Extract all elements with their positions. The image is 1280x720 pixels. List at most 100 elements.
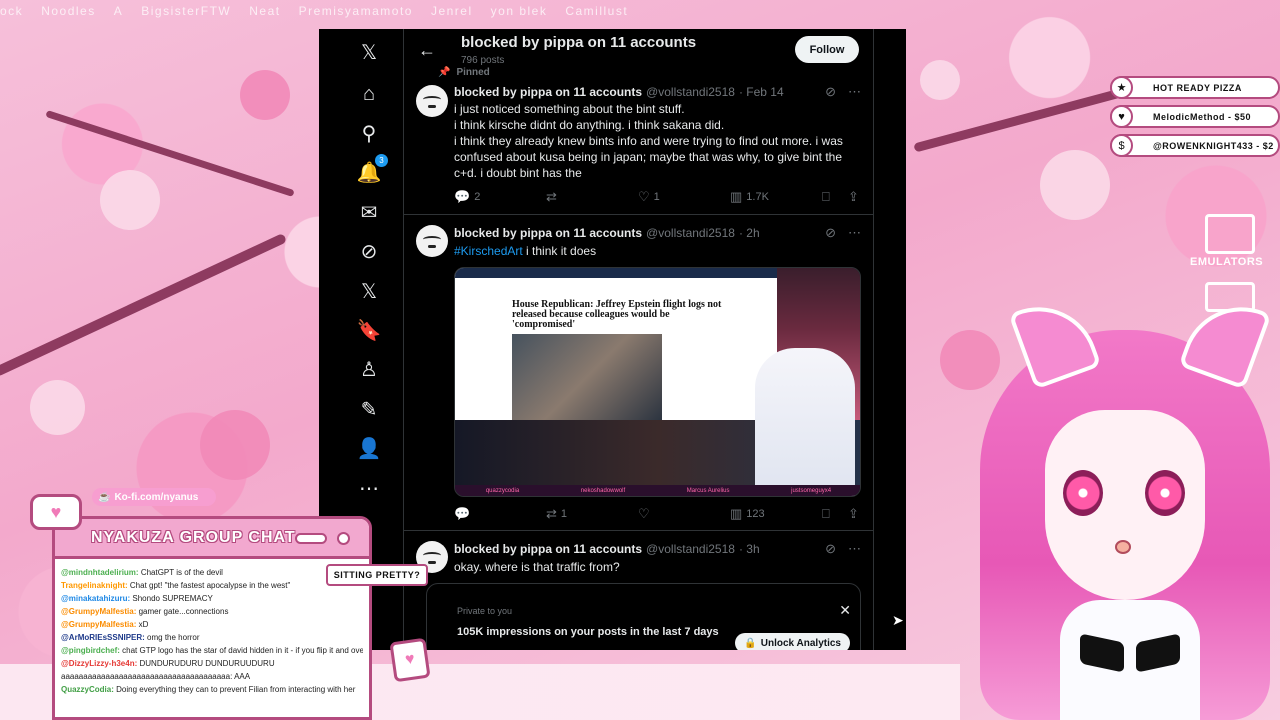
post-count: 796 posts xyxy=(461,55,505,66)
home-icon[interactable]: ⌂ xyxy=(356,81,382,107)
stream-footer-name: justsomeguyx4 xyxy=(791,487,832,494)
more-icon[interactable]: ⋯ xyxy=(356,475,382,501)
bookmarks-icon[interactable]: 🔖 xyxy=(356,317,382,343)
bookmark-button[interactable]: ⎕ xyxy=(822,506,848,522)
bookmark-icon: ⎕ xyxy=(822,189,830,204)
bookmark-button[interactable]: ⎕ xyxy=(822,189,848,205)
avatar[interactable] xyxy=(416,225,448,257)
chat-message: @GrumpyMalfestia: gamer gate...connectio… xyxy=(61,605,363,618)
messages-icon[interactable]: ✉ xyxy=(356,199,382,225)
jobs-icon[interactable]: ♙ xyxy=(356,356,382,382)
tweet-time[interactable]: · 2h xyxy=(739,226,760,240)
news-article-screenshot: House Republican: Jeffrey Epstein flight… xyxy=(455,268,777,420)
character-eye xyxy=(1145,470,1185,516)
grok-icon[interactable]: ⊘ xyxy=(356,238,382,264)
stream-footer-name: Marcus Aurelius xyxy=(686,487,730,494)
tweet-actions: 💬 2 ⇄ ♡ 1 ▥ 1.7K ⎕ ⇪ xyxy=(454,189,863,205)
tweet-text-content: i think it does xyxy=(522,244,597,258)
unlock-analytics-button[interactable]: 🔒 Unlock Analytics xyxy=(735,633,850,650)
group-chat-panel: NYAKUZA GROUP CHAT @mindnhtadelirium: Ch… xyxy=(52,516,372,720)
credits-ticker: ock Noodles A BigsisterFTW Neat Premisyamamot… xyxy=(0,4,700,20)
grok-icon[interactable]: ⊘ xyxy=(825,84,836,100)
x-profile-timeline: ← blocked by pippa on 11 accounts 796 po… xyxy=(403,29,874,650)
dollar-icon: $ xyxy=(1110,134,1133,157)
credit-name: A xyxy=(113,4,124,18)
reply-icon: 💬 xyxy=(454,506,471,521)
like-button[interactable]: ♡ xyxy=(638,506,730,522)
author-name[interactable]: blocked by pippa on 11 accounts xyxy=(454,85,642,99)
share-button[interactable]: ⇪ xyxy=(848,506,859,522)
profile-icon[interactable]: 👤 xyxy=(356,435,382,461)
author-name[interactable]: blocked by pippa on 11 accounts xyxy=(454,226,642,240)
tweet-analytics[interactable]: blocked by pippa on 11 accounts @vollsta… xyxy=(404,531,873,650)
chat-username: @mindnhtadelirium: xyxy=(61,568,139,577)
blossom xyxy=(920,60,960,100)
author-handle[interactable]: @vollstandi2518 xyxy=(646,542,735,556)
tweet-media-image[interactable]: House Republican: Jeffrey Epstein flight… xyxy=(454,267,861,497)
more-options-icon[interactable]: ⋯ xyxy=(848,225,861,241)
chat-text: xD xyxy=(138,620,149,629)
share-button[interactable]: ⇪ xyxy=(848,189,859,205)
tweet-text: i just noticed something about the bint … xyxy=(454,102,843,180)
pinned-text: Pinned xyxy=(456,67,490,78)
credit-name: BigsisterFTW xyxy=(141,4,232,18)
repost-icon: ⇄ xyxy=(546,189,557,204)
articles-icon[interactable]: ✎ xyxy=(356,396,382,422)
tweet-pinned[interactable]: 📌 Pinned blocked by pippa on 11 accounts… xyxy=(404,67,873,215)
heart-icon: ♡ xyxy=(638,189,650,204)
stream-footer-name: nekoshadowwolf xyxy=(580,487,626,494)
close-icon[interactable]: ✕ xyxy=(839,602,851,619)
grok-icon[interactable]: ⊘ xyxy=(825,541,836,557)
chat-text: Chat gpt! "the fastest apocalypse in the… xyxy=(129,581,291,590)
reply-button[interactable]: 💬 xyxy=(454,506,546,522)
donor-row: $ @ROWENKNIGHT433 - $2 xyxy=(1110,134,1280,157)
like-button[interactable]: ♡ 1 xyxy=(638,189,730,205)
hashtag-link[interactable]: #KirschedArt xyxy=(454,244,523,258)
x-logo-icon[interactable]: 𝕏 xyxy=(356,39,382,65)
chat-text: aaaaaaaaaaaaaaaaaaaaaaaaaaaaaaaaaaaaaa: … xyxy=(61,672,251,681)
repost-button[interactable]: ⇄ 1 xyxy=(546,506,638,522)
bookmark-icon: ⎕ xyxy=(822,506,830,521)
chat-text: gamer gate...connections xyxy=(138,607,229,616)
views-button[interactable]: ▥ 123 xyxy=(730,506,822,522)
chat-text: DUNDURUDURU DUNDURUUDURU xyxy=(139,659,275,668)
blossom xyxy=(30,380,85,435)
more-options-icon[interactable]: ⋯ xyxy=(848,541,861,557)
author-handle[interactable]: @vollstandi2518 xyxy=(646,226,735,240)
chat-username: Trangelinaknight: xyxy=(61,581,128,590)
article-headline: House Republican: Jeffrey Epstein flight… xyxy=(512,299,722,330)
avatar[interactable] xyxy=(416,85,448,117)
tweet-time[interactable]: · Feb 14 xyxy=(739,85,784,99)
notification-badge: 3 xyxy=(375,154,388,167)
chat-message: Trangelinaknight: Chat gpt! "the fastest… xyxy=(61,579,363,592)
tweet-text: #KirschedArt i think it does xyxy=(454,243,851,259)
grok-icon[interactable]: ⊘ xyxy=(825,225,836,241)
more-options-icon[interactable]: ⋯ xyxy=(848,84,861,100)
character-eye xyxy=(1063,470,1103,516)
heart-icon: ♡ xyxy=(638,506,650,521)
chat-message: @pingbirdchef: chat GTP logo has the sta… xyxy=(61,644,363,657)
author-name[interactable]: blocked by pippa on 11 accounts xyxy=(454,542,642,556)
repost-button[interactable]: ⇄ xyxy=(546,189,638,205)
search-icon[interactable]: ⚲ xyxy=(356,120,382,146)
reply-button[interactable]: 💬 2 xyxy=(454,189,546,205)
folder-label: EMULATORS xyxy=(1190,256,1264,268)
donor-row: ♥ MelodicMethod - $50 xyxy=(1110,105,1280,128)
notifications-icon[interactable]: 🔔 3 xyxy=(356,154,388,185)
premium-icon[interactable]: 𝕏 xyxy=(356,278,382,304)
views-button[interactable]: ▥ 1.7K xyxy=(730,189,822,205)
tweet-time[interactable]: · 3h xyxy=(739,542,760,556)
chat-message: aaaaaaaaaaaaaaaaaaaaaaaaaaaaaaaaaaaaaa: … xyxy=(61,670,363,683)
tweet-media[interactable]: blocked by pippa on 11 accounts @vollsta… xyxy=(404,215,873,531)
follow-button[interactable]: Follow xyxy=(795,36,859,63)
chat-text: chat GTP logo has the star of david hidd… xyxy=(122,646,363,655)
chat-message: @DizzyLizzy-h3e4n: DUNDURUDURU DUNDURUUD… xyxy=(61,657,363,670)
pinned-label: 📌 Pinned xyxy=(438,67,490,78)
sitting-pretty-label: SITTING PRETTY? xyxy=(326,564,428,586)
close-dot xyxy=(337,532,350,545)
vtuber-avatar xyxy=(755,348,855,496)
tweet-text: okay. where is that traffic from? xyxy=(454,560,620,574)
chat-message: @minakatahizuru: Shondo SUPREMACY xyxy=(61,592,363,605)
author-handle[interactable]: @vollstandi2518 xyxy=(646,85,735,99)
back-arrow-icon[interactable]: ← xyxy=(418,40,436,61)
